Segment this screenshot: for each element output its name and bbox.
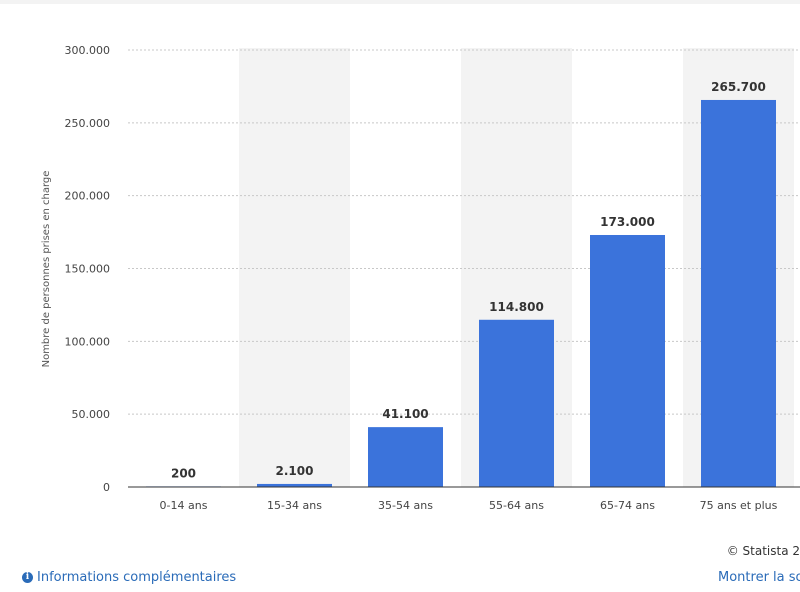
x-tick-label: 55-64 ans <box>489 499 544 512</box>
show-source-link[interactable]: Montrer la so <box>718 570 800 585</box>
y-tick-label: 150.000 <box>65 263 111 276</box>
category-band <box>239 48 350 487</box>
y-tick-label: 100.000 <box>65 335 111 348</box>
y-tick-label: 200.000 <box>65 190 111 203</box>
y-tick-label: 0 <box>103 481 110 494</box>
x-tick-label: 65-74 ans <box>600 499 655 512</box>
x-tick-label: 75 ans et plus <box>700 499 778 512</box>
value-label: 2.100 <box>276 464 314 478</box>
value-label: 265.700 <box>711 80 766 94</box>
y-axis-label: Nombre de personnes prises en charge <box>41 171 52 368</box>
y-tick-label: 250.000 <box>65 117 111 130</box>
y-tick-label: 300.000 <box>65 44 111 57</box>
y-tick-label: 50.000 <box>72 408 111 421</box>
bar <box>479 319 554 487</box>
value-label: 173.000 <box>600 215 655 229</box>
info-link[interactable]: i Informations complémentaires <box>22 570 236 585</box>
info-link-label: Informations complémentaires <box>37 570 237 585</box>
bar <box>368 427 443 487</box>
value-label: 41.100 <box>382 407 428 421</box>
bar-chart: 0 50.000 100.000 150.000 200.000 250.000 300.0… <box>41 44 800 512</box>
x-tick-label: 35-54 ans <box>378 499 433 512</box>
x-tick-label: 15-34 ans <box>267 499 322 512</box>
value-label: 114.800 <box>489 300 544 314</box>
bar <box>701 99 776 487</box>
copyright-text: © Statista 2 <box>726 544 800 558</box>
info-icon: i <box>22 572 33 583</box>
value-label: 200 <box>171 466 196 480</box>
x-tick-label: 0-14 ans <box>160 499 208 512</box>
bar <box>590 234 665 487</box>
